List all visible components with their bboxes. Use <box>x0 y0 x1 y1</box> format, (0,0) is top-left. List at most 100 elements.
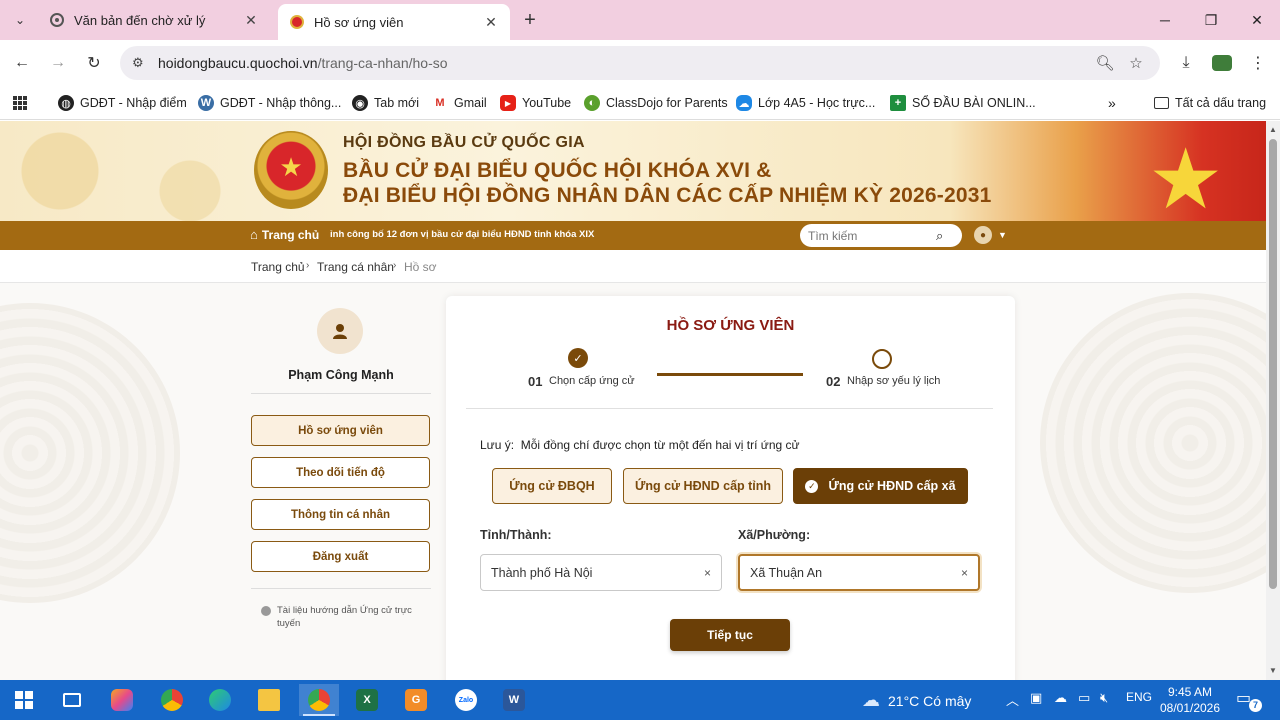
drum-pattern <box>1040 293 1266 593</box>
edge-icon[interactable] <box>200 684 240 716</box>
bookmarks-bar: ◍ GDĐT - Nhập điểm W GDĐT - Nhập thông... … <box>0 86 1280 120</box>
network-icon[interactable]: ▭ <box>1078 690 1090 706</box>
page-title: HỒ SƠ ỨNG VIÊN <box>666 317 795 334</box>
ward-select[interactable]: Xã Thuận An × <box>738 554 980 591</box>
chrome-app-icon[interactable] <box>152 684 192 716</box>
folder-icon <box>1154 97 1169 109</box>
candidate-profile-card: HỒ SƠ ỨNG VIÊN ✓ 01 Chọn cấp ứng cử 02 N… <box>446 296 1015 680</box>
scroll-thumb[interactable] <box>1269 139 1277 589</box>
menu-theo-doi-tien-do[interactable]: Theo dõi tiến độ <box>251 457 430 488</box>
menu-icon[interactable]: ⋮ <box>1244 49 1272 77</box>
bookmark-lop-4a5[interactable]: ☁ Lớp 4A5 - Học trực... <box>736 93 875 113</box>
all-bookmarks-folder[interactable]: Tất cả dấu trang <box>1154 93 1266 113</box>
bookmark-gmail[interactable]: M Gmail <box>432 93 487 113</box>
province-select[interactable]: Thành phố Hà Nội × <box>480 554 722 591</box>
forward-button[interactable]: → <box>44 49 72 77</box>
tray-chevron-up-icon[interactable]: ︿ <box>1006 690 1019 709</box>
page-viewport: ★ HỘI ĐỒNG BẦU CỬ QUỐC GIA BẦU CỬ ĐẠI BI… <box>0 121 1266 680</box>
wordpress-icon: W <box>198 95 214 111</box>
step-progress-line <box>657 373 803 376</box>
note-text: Lưu ý: Mỗi đồng chí được chọn từ một đến… <box>480 438 800 452</box>
tab-search-button[interactable]: ⌄ <box>8 8 32 32</box>
notification-count: 7 <box>1249 699 1262 712</box>
bookmark-star-icon[interactable]: ☆ <box>1121 46 1151 80</box>
breadcrumb-home[interactable]: Trang chủ <box>251 260 305 274</box>
clear-icon[interactable]: × <box>961 566 968 580</box>
task-view-icon[interactable] <box>52 684 92 716</box>
bookmark-gddt-nhap-thong[interactable]: W GDĐT - Nhập thông... <box>198 93 341 113</box>
windows-taskbar: X G Zalo W ☁ 21°C Có mây ︿ ▣ ☁ ▭ 🔇︎ ENG 9… <box>0 680 1280 720</box>
home-icon: ⌂ <box>250 227 258 242</box>
page-scrollbar[interactable]: ▲ ▼ <box>1266 121 1280 680</box>
search-input[interactable] <box>808 228 936 243</box>
banner-title-2: ĐẠI BIỂU HỘI ĐỒNG NHÂN DÂN CÁC CẤP NHIỆM… <box>343 184 992 207</box>
notification-icon[interactable]: ▭ 7 <box>1236 688 1262 712</box>
step-1-label: Chọn cấp ứng cử <box>549 375 635 387</box>
scroll-up-icon[interactable]: ▲ <box>1266 123 1280 137</box>
scroll-down-icon[interactable]: ▼ <box>1266 664 1280 678</box>
word-icon[interactable]: W <box>494 684 534 716</box>
app-orange-icon[interactable]: G <box>396 684 436 716</box>
breadcrumb-profile[interactable]: Trang cá nhân <box>317 260 394 274</box>
zoom-icon[interactable]: 🔍︎ <box>1090 46 1120 80</box>
option-hdnd-xa-button[interactable]: ✓ Ứng cử HĐND cấp xã <box>793 468 968 504</box>
language-indicator[interactable]: ENG <box>1126 690 1152 704</box>
tab-van-ban[interactable]: Văn bản đến chờ xử lý ✕ <box>38 4 270 36</box>
search-icon[interactable]: ⌕ <box>936 228 943 244</box>
onedrive-tray-icon[interactable]: ☁ <box>1054 690 1067 706</box>
continue-button[interactable]: Tiếp tục <box>670 619 790 651</box>
chrome-icon: ◉ <box>352 95 368 111</box>
news-ticker[interactable]: ỉnh công bố 12 đơn vị bầu cử đại biểu HĐ… <box>330 229 594 240</box>
bookmark-so-dau-bai[interactable]: + SỔ ĐẦU BÀI ONLIN... <box>890 93 1036 113</box>
search-box[interactable]: ⌕ <box>800 224 962 247</box>
reload-button[interactable]: ↻ <box>80 49 108 77</box>
classdojo-icon: ◐ <box>584 95 600 111</box>
site-info-icon[interactable]: ⚙ <box>132 55 152 71</box>
step-2-circle-icon <box>872 349 892 369</box>
banner-pattern <box>0 121 250 221</box>
clock[interactable]: 9:45 AM 08/01/2026 <box>1158 684 1222 716</box>
restore-button[interactable]: ❐ <box>1188 0 1234 40</box>
user-menu[interactable]: ● ▼ <box>974 226 1007 244</box>
zalo-icon[interactable]: Zalo <box>446 684 486 716</box>
volume-muted-icon[interactable]: 🔇︎ <box>1100 690 1108 706</box>
chrome-active-app-icon[interactable] <box>299 684 339 716</box>
menu-dang-xuat[interactable]: Đăng xuất <box>251 541 430 572</box>
more-bookmarks-icon[interactable]: » <box>1108 93 1116 113</box>
file-explorer-icon[interactable] <box>249 684 289 716</box>
menu-ho-so-ung-vien[interactable]: Hồ sơ ứng viên <box>251 415 430 446</box>
tray-device-icon[interactable]: ▣ <box>1030 690 1042 706</box>
back-button[interactable]: ← <box>8 49 36 77</box>
guide-document-link[interactable]: Tài liệu hướng dẫn Ứng cử trực tuyến <box>261 604 421 630</box>
check-circle-icon: ✓ <box>805 479 819 493</box>
minimize-button[interactable]: ─ <box>1142 0 1188 40</box>
bookmark-classdojo[interactable]: ◐ ClassDojo for Parents <box>584 93 728 113</box>
option-dbqh-button[interactable]: Ứng cử ĐBQH <box>492 468 612 504</box>
bookmark-gddt-nhap-diem[interactable]: ◍ GDĐT - Nhập điểm <box>58 93 187 113</box>
copilot-icon[interactable] <box>102 684 142 716</box>
option-hdnd-tinh-button[interactable]: Ứng cử HĐND cấp tỉnh <box>623 468 783 504</box>
tab-title: Hồ sơ ứng viên <box>314 14 404 30</box>
weather-widget[interactable]: ☁ 21°C Có mây <box>862 690 971 711</box>
menu-thong-tin-ca-nhan[interactable]: Thông tin cá nhân <box>251 499 430 530</box>
divider <box>251 393 431 394</box>
clear-icon[interactable]: × <box>704 566 711 580</box>
profile-avatar[interactable] <box>1208 49 1236 77</box>
tab-ho-so[interactable]: Hồ sơ ứng viên ✕ <box>278 4 510 40</box>
apps-icon[interactable] <box>12 93 28 113</box>
bookmark-youtube[interactable]: ▶ YouTube <box>500 93 571 113</box>
address-bar[interactable]: ⚙ hoidongbaucu.quochoi.vn/trang-ca-nhan/… <box>120 46 1160 80</box>
start-button[interactable] <box>4 684 44 716</box>
excel-icon[interactable]: X <box>347 684 387 716</box>
breadcrumb: Trang chủ › Trang cá nhân › Hồ sơ <box>0 250 1266 283</box>
drum-pattern <box>0 303 180 603</box>
tab-title: Văn bản đến chờ xử lý <box>74 12 206 28</box>
bookmark-tab-moi[interactable]: ◉ Tab mới <box>352 93 419 113</box>
download-icon[interactable]: ⤓ <box>1172 49 1200 77</box>
nav-home-link[interactable]: ⌂ Trang chủ <box>250 227 319 242</box>
new-tab-button[interactable]: + <box>518 9 542 33</box>
close-icon[interactable]: ✕ <box>242 11 260 29</box>
close-icon[interactable]: ✕ <box>482 13 500 31</box>
close-window-button[interactable]: ✕ <box>1234 0 1280 40</box>
gmail-icon: M <box>432 95 448 111</box>
